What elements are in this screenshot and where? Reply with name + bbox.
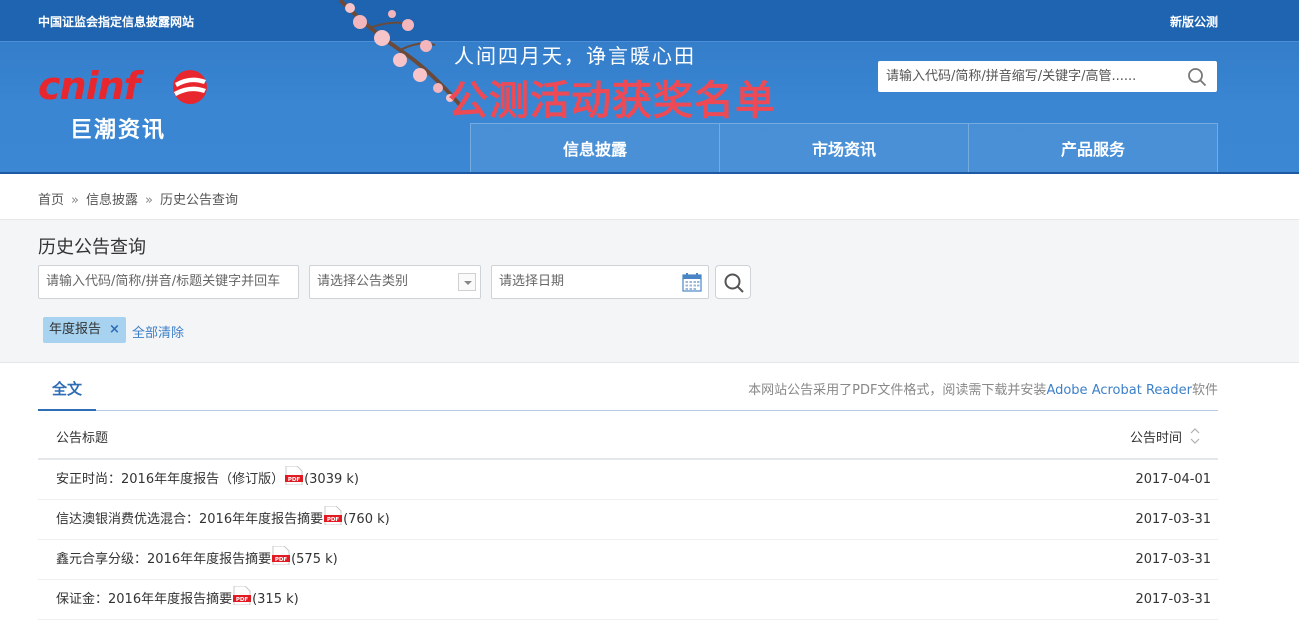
svg-text:PDF: PDF: [275, 557, 288, 563]
site-tagline: 中国证监会指定信息披露网站: [38, 15, 195, 29]
breadcrumb-home[interactable]: 首页: [38, 193, 64, 208]
filter-tag-annual-report: 年度报告 ×: [43, 317, 126, 343]
page-title: 历史公告查询: [38, 237, 146, 258]
site-header: 中国证监会指定信息披露网站 新版公测 cninf 巨潮资讯 人间四月天，诤言暖心…: [0, 0, 1299, 174]
announcement-list: 安正时尚：2016年年度报告（修订版） PDF (3039 k) 2017-04-0…: [38, 460, 1218, 620]
table-row: 鑫元合享分级：2016年年度报告摘要 PDF (575 k) 2017-03-31: [38, 540, 1218, 580]
close-icon[interactable]: ×: [109, 322, 120, 337]
file-size: (760 k): [343, 512, 390, 527]
file-size: (575 k): [291, 552, 338, 567]
announcement-title-text[interactable]: 保证金：2016年年度报告摘要: [56, 592, 232, 607]
logo-wordmark: cninf: [38, 64, 140, 108]
file-size: (315 k): [252, 592, 299, 607]
cninfo-logo[interactable]: cninf 巨潮资讯: [38, 64, 218, 143]
announcement-title[interactable]: 信达澳银消费优选混合：2016年年度报告摘要 PDF (760 k): [56, 506, 390, 534]
date-picker-value: 请选择日期: [499, 274, 565, 289]
announcement-date: 2017-04-01: [1135, 472, 1211, 487]
pdf-notice-suffix: 软件: [1191, 383, 1218, 398]
result-tabs: 全文 本网站公告采用了PDF文件格式，阅读需下载并安装Adobe Acrobat…: [38, 370, 1218, 411]
filter-panel: 历史公告查询 请输入代码/简称/拼音/标题关键字并回车 请选择公告类别 请选择日…: [0, 219, 1299, 363]
svg-text:PDF: PDF: [288, 477, 301, 483]
query-search-button[interactable]: [715, 265, 751, 299]
clear-all-link[interactable]: 全部清除: [132, 322, 184, 341]
table-header: 公告标题 公告时间: [38, 412, 1218, 460]
site-search-input[interactable]: [878, 61, 1178, 92]
category-select[interactable]: 请选择公告类别: [309, 265, 481, 299]
breadcrumb: 首页 » 信息披露 » 历史公告查询: [38, 189, 238, 208]
announcement-date: 2017-03-31: [1135, 512, 1211, 527]
svg-text:PDF: PDF: [327, 517, 340, 523]
breadcrumb-separator: »: [71, 193, 79, 208]
column-time[interactable]: 公告时间: [1130, 427, 1182, 446]
nav-info-disclosure[interactable]: 信息披露: [470, 123, 720, 174]
search-icon[interactable]: [1187, 67, 1207, 87]
nav-market-info[interactable]: 市场资讯: [720, 123, 969, 174]
filter-tag-label: 年度报告: [49, 322, 102, 337]
calendar-icon[interactable]: [682, 272, 702, 292]
table-row: 信达澳银消费优选混合：2016年年度报告摘要 PDF (760 k) 2017-03…: [38, 500, 1218, 540]
announcement-title-text[interactable]: 鑫元合享分级：2016年年度报告摘要: [56, 552, 271, 567]
main-nav: 信息披露 市场资讯 产品服务: [470, 123, 1218, 174]
sort-icon[interactable]: [1189, 425, 1201, 447]
acrobat-reader-link[interactable]: Adobe Acrobat Reader: [1046, 383, 1192, 398]
tab-full-text[interactable]: 全文: [38, 370, 96, 411]
category-select-value: 请选择公告类别: [317, 274, 409, 289]
header-divider: [0, 172, 1299, 174]
logo-swoosh-icon: [173, 70, 207, 104]
pdf-notice: 本网站公告采用了PDF文件格式，阅读需下载并安装Adobe Acrobat Re…: [748, 379, 1218, 398]
breadcrumb-separator: »: [145, 193, 153, 208]
announcement-title[interactable]: 保证金：2016年年度报告摘要 PDF (315 k): [56, 586, 299, 614]
date-picker[interactable]: 请选择日期: [491, 265, 709, 299]
pdf-icon[interactable]: PDF: [324, 506, 343, 525]
table-row: 安正时尚：2016年年度报告（修订版） PDF (3039 k) 2017-04-0…: [38, 460, 1218, 500]
banner-headline[interactable]: 公测活动获奖名单: [448, 68, 776, 126]
column-title: 公告标题: [56, 431, 109, 446]
pdf-notice-text: 本网站公告采用了PDF文件格式，阅读需下载并安装: [748, 383, 1047, 398]
pdf-icon[interactable]: PDF: [272, 546, 291, 565]
pdf-icon[interactable]: PDF: [233, 586, 252, 605]
file-size: (3039 k): [304, 472, 359, 487]
keyword-input[interactable]: 请输入代码/简称/拼音/标题关键字并回车: [38, 265, 299, 299]
announcement-title-text[interactable]: 安正时尚：2016年年度报告（修订版）: [56, 472, 284, 487]
breadcrumb-current: 历史公告查询: [159, 193, 238, 208]
top-bar: 中国证监会指定信息披露网站 新版公测: [0, 0, 1299, 42]
announcement-title-text[interactable]: 信达澳银消费优选混合：2016年年度报告摘要: [56, 512, 323, 527]
table-row: 保证金：2016年年度报告摘要 PDF (315 k) 2017-03-31: [38, 580, 1218, 620]
chevron-down-icon[interactable]: [458, 273, 476, 291]
announcement-title[interactable]: 安正时尚：2016年年度报告（修订版） PDF (3039 k): [56, 466, 359, 494]
new-version-link[interactable]: 新版公测: [1170, 13, 1218, 30]
banner-subtitle: 人间四月天，诤言暖心田: [454, 44, 696, 68]
breadcrumb-info-disclosure[interactable]: 信息披露: [86, 193, 138, 208]
announcement-date: 2017-03-31: [1135, 592, 1211, 607]
site-search: [878, 61, 1217, 92]
nav-products[interactable]: 产品服务: [969, 123, 1218, 174]
announcement-date: 2017-03-31: [1135, 552, 1211, 567]
logo-chinese-name: 巨潮资讯: [70, 118, 167, 143]
pdf-icon[interactable]: PDF: [285, 466, 304, 485]
announcement-title[interactable]: 鑫元合享分级：2016年年度报告摘要 PDF (575 k): [56, 546, 338, 574]
search-icon: [724, 273, 744, 293]
